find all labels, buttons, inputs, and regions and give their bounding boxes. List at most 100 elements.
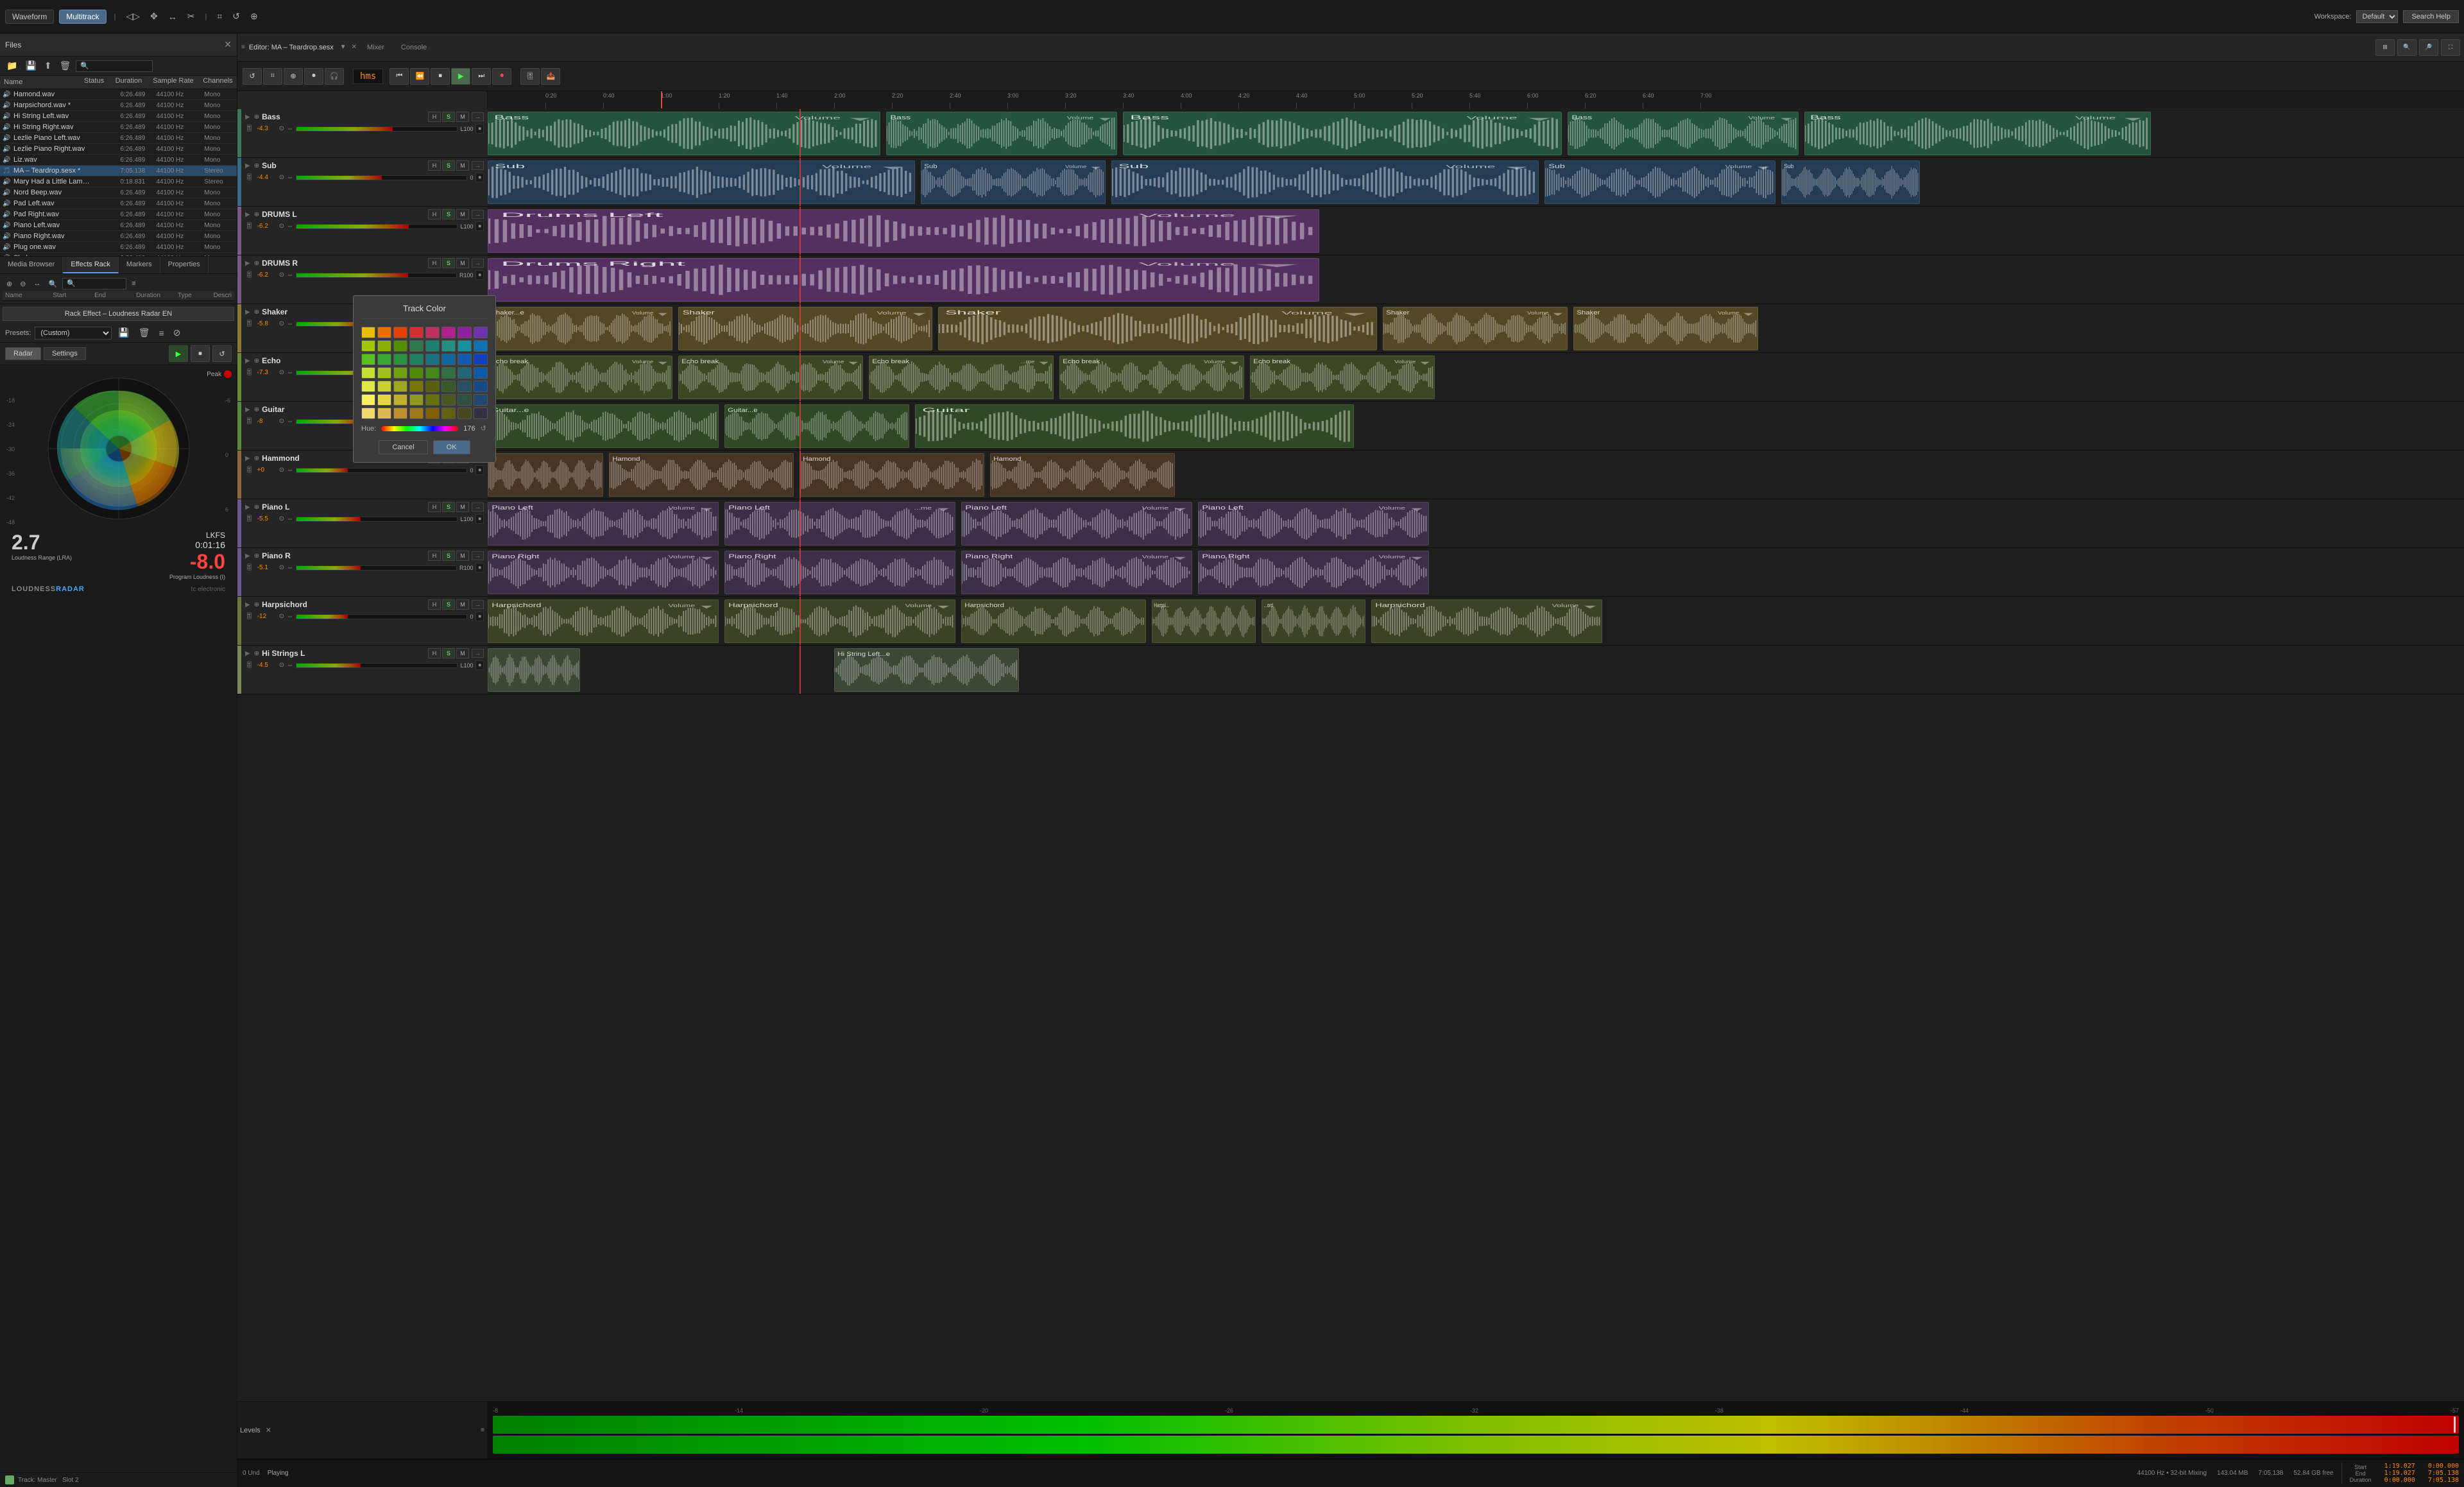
track-segment[interactable]: Piano Right bbox=[724, 551, 955, 594]
track-content-row[interactable]: Echo breakVolumeEcho breakVolumeEcho bre… bbox=[488, 353, 2464, 402]
multitrack-mode-btn[interactable]: Multitrack bbox=[59, 10, 106, 24]
track-clip-btn[interactable]: ⏹ bbox=[475, 612, 484, 621]
track-m-btn[interactable]: M bbox=[456, 502, 469, 512]
color-swatch[interactable] bbox=[425, 327, 440, 338]
track-clip-btn[interactable]: ⏹ bbox=[475, 173, 484, 182]
color-swatch[interactable] bbox=[441, 381, 456, 392]
marker-search-input[interactable] bbox=[62, 278, 126, 289]
marker-delete-btn[interactable]: ⊖ bbox=[17, 279, 28, 289]
tool-btn-4[interactable]: ✂ bbox=[185, 10, 198, 23]
transport-meta-btn[interactable]: ⊕ bbox=[284, 68, 303, 85]
track-send-btn[interactable]: → bbox=[472, 503, 484, 511]
workspace-select[interactable]: Default bbox=[2356, 10, 2398, 23]
marker-menu-btn[interactable]: ≡ bbox=[129, 279, 138, 289]
track-content-row[interactable]: Shaker...eVolumeShakerVolumeShakerVolume… bbox=[488, 304, 2464, 353]
color-swatch[interactable] bbox=[474, 367, 488, 379]
track-add-btn[interactable]: ⊕ bbox=[254, 114, 259, 121]
track-send-btn[interactable]: → bbox=[472, 600, 484, 609]
track-segment[interactable]: Hamond bbox=[609, 453, 794, 497]
track-clip-btn[interactable]: ⏹ bbox=[475, 124, 484, 133]
color-swatch[interactable] bbox=[425, 340, 440, 352]
track-send-btn[interactable]: → bbox=[472, 161, 484, 170]
color-swatch[interactable] bbox=[361, 367, 375, 379]
color-swatch[interactable] bbox=[425, 367, 440, 379]
track-h-btn[interactable]: H bbox=[428, 258, 441, 268]
track-content-row[interactable]: ...dHamondHamondHamond bbox=[488, 451, 2464, 499]
color-swatch[interactable] bbox=[393, 354, 407, 365]
marker-move-btn[interactable]: ↔ bbox=[31, 279, 43, 289]
track-add-btn[interactable]: ⊕ bbox=[254, 357, 259, 365]
track-add-btn[interactable]: ⊕ bbox=[254, 455, 259, 462]
radar-play-btn[interactable]: ▶ bbox=[169, 345, 188, 362]
color-swatch[interactable] bbox=[458, 354, 472, 365]
record-btn[interactable]: ⏺ bbox=[492, 68, 511, 85]
track-segment[interactable]: Echo breakVolume bbox=[488, 356, 672, 399]
track-content-row[interactable]: SubVolumeSubVolumeSubVolumeSubVolumeSub bbox=[488, 158, 2464, 207]
color-swatch[interactable] bbox=[409, 327, 424, 338]
track-s-btn[interactable]: S bbox=[442, 599, 455, 610]
track-segment[interactable]: BassVolume bbox=[488, 112, 880, 155]
track-segment[interactable]: Piano LeftVolume bbox=[488, 502, 719, 546]
color-swatch[interactable] bbox=[409, 367, 424, 379]
track-segment[interactable]: ShakerVolume bbox=[938, 307, 1377, 350]
track-segment[interactable]: ShakerVolume bbox=[1383, 307, 1568, 350]
file-item[interactable]: 🔊 Hi String Right.wav 6:26.489 44100 Hz … bbox=[0, 122, 237, 133]
color-swatch[interactable] bbox=[409, 354, 424, 365]
color-swatch[interactable] bbox=[393, 408, 407, 419]
console-tab[interactable]: Console bbox=[395, 42, 433, 53]
track-segment[interactable]: ...ord bbox=[1262, 599, 1365, 643]
file-item[interactable]: 🔊 Pad Left.wav 6:26.489 44100 Hz Mono bbox=[0, 198, 237, 209]
file-item[interactable]: 🔊 Hamond.wav 6:26.489 44100 Hz Mono bbox=[0, 89, 237, 100]
color-swatch[interactable] bbox=[474, 394, 488, 406]
track-m-btn[interactable]: M bbox=[456, 599, 469, 610]
radar-pause-btn[interactable]: ⏹ bbox=[191, 345, 210, 362]
preset-save-btn[interactable]: 💾 bbox=[116, 326, 132, 340]
stop-btn[interactable]: ⏹ bbox=[431, 68, 450, 85]
color-swatch[interactable] bbox=[474, 340, 488, 352]
hue-slider[interactable] bbox=[381, 426, 458, 431]
tool-btn-1[interactable]: ◁▷ bbox=[123, 10, 142, 23]
track-content-row[interactable]: HarpsichordVolumeHarpsichordVolumeHarpsi… bbox=[488, 597, 2464, 646]
color-swatch[interactable] bbox=[393, 340, 407, 352]
track-add-btn[interactable]: ⊕ bbox=[254, 162, 259, 169]
color-swatch[interactable] bbox=[409, 340, 424, 352]
color-swatch[interactable] bbox=[441, 354, 456, 365]
track-h-btn[interactable]: H bbox=[428, 112, 441, 122]
play-btn[interactable]: ▶ bbox=[451, 68, 470, 85]
file-item[interactable]: 🔊 Pad Right.wav 6:26.489 44100 Hz Mono bbox=[0, 209, 237, 220]
track-segment[interactable]: Piano Left...me bbox=[724, 502, 955, 546]
color-swatch[interactable] bbox=[393, 367, 407, 379]
track-segment[interactable]: Guitar...e bbox=[724, 404, 909, 448]
track-segment[interactable]: HarpsichordVolume bbox=[724, 599, 955, 643]
track-content-row[interactable]: Guitar...eGuitar...eGuitar bbox=[488, 402, 2464, 451]
track-add-btn[interactable]: ⊕ bbox=[254, 260, 259, 267]
track-add-btn[interactable]: ⊕ bbox=[254, 309, 259, 316]
hue-reset-btn[interactable]: ↺ bbox=[481, 424, 486, 433]
track-segment[interactable]: ...d bbox=[488, 453, 603, 497]
transport-snap-btn[interactable]: ⌗ bbox=[263, 68, 282, 85]
tool-btn-3[interactable]: ↔ bbox=[166, 10, 180, 23]
color-swatch[interactable] bbox=[458, 340, 472, 352]
file-import-btn[interactable]: ⬆ bbox=[42, 59, 55, 73]
color-swatch[interactable] bbox=[377, 354, 391, 365]
track-segment[interactable]: Sub bbox=[1781, 160, 1920, 204]
track-send-btn[interactable]: → bbox=[472, 112, 484, 121]
file-save-btn[interactable]: 💾 bbox=[22, 59, 38, 73]
color-swatch[interactable] bbox=[361, 354, 375, 365]
color-swatch[interactable] bbox=[441, 367, 456, 379]
punch-btn[interactable]: ⊕ bbox=[248, 10, 261, 23]
color-swatch[interactable] bbox=[361, 340, 375, 352]
color-swatch[interactable] bbox=[409, 381, 424, 392]
rewind-btn[interactable]: ⏪ bbox=[410, 68, 429, 85]
color-swatch[interactable] bbox=[409, 408, 424, 419]
track-segment[interactable]: Guitar bbox=[915, 404, 1354, 448]
track-segment[interactable]: Harpsi... bbox=[1152, 599, 1256, 643]
track-clip-btn[interactable]: ⏹ bbox=[475, 221, 484, 231]
tab-effects-rack[interactable]: Effects Rack bbox=[63, 257, 119, 273]
file-open-btn[interactable]: 📁 bbox=[4, 59, 20, 73]
color-swatch[interactable] bbox=[441, 340, 456, 352]
file-item[interactable]: 🔊 Liz.wav 6:26.489 44100 Hz Mono bbox=[0, 155, 237, 166]
track-segment[interactable]: Piano LeftVolume bbox=[1198, 502, 1429, 546]
go-end-btn[interactable]: ⏭ bbox=[472, 68, 491, 85]
track-segment[interactable]: Echo break...me bbox=[869, 356, 1054, 399]
